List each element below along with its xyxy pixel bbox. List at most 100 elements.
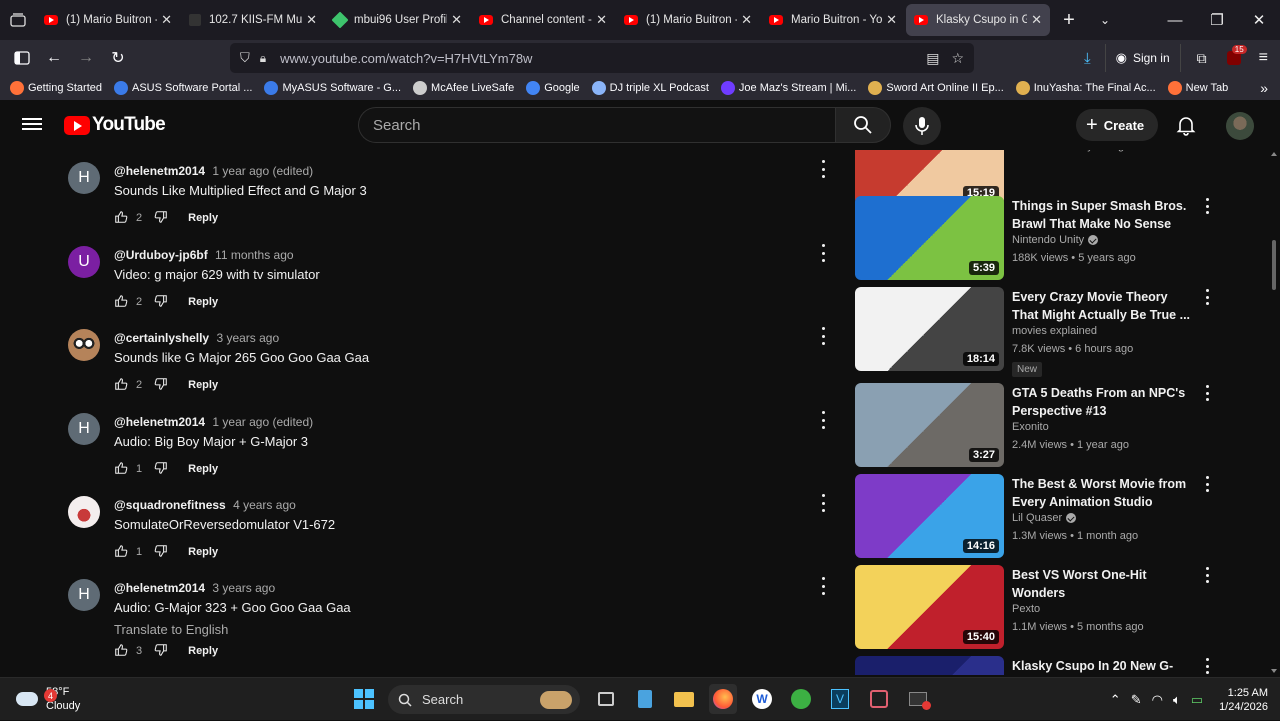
- pen-icon[interactable]: ✎: [1131, 692, 1142, 708]
- back-button[interactable]: ←: [38, 42, 70, 74]
- video-title[interactable]: Best VS Worst One-Hit Wonders: [1012, 566, 1192, 602]
- dislike-icon[interactable]: [154, 461, 170, 477]
- video-thumbnail[interactable]: 5:39: [855, 196, 1004, 280]
- browser-tab[interactable]: Mario Buitron - You ✕: [761, 4, 905, 36]
- close-tab-icon[interactable]: ✕: [306, 12, 317, 28]
- like-icon[interactable]: [114, 377, 130, 393]
- bookmark-item[interactable]: Sword Art Online II Ep...: [868, 81, 1004, 95]
- comment-more-icon[interactable]: [816, 494, 830, 512]
- task-view-icon[interactable]: [592, 684, 620, 714]
- reply-button[interactable]: Reply: [188, 296, 218, 308]
- comment-time[interactable]: 1 year ago (edited): [212, 415, 313, 429]
- comment-more-icon[interactable]: [816, 327, 830, 345]
- list-all-tabs-icon[interactable]: ⌄: [1087, 4, 1123, 36]
- like-icon[interactable]: [114, 294, 130, 310]
- browser-tab[interactable]: Klasky Csupo in G-M ✕: [906, 4, 1050, 36]
- bookmarks-overflow-icon[interactable]: »: [1260, 80, 1268, 96]
- close-tab-icon[interactable]: ✕: [741, 12, 752, 28]
- video-thumbnail[interactable]: [855, 656, 1004, 675]
- bookmark-item[interactable]: Google: [526, 81, 580, 95]
- notifications-bell-icon[interactable]: [1174, 113, 1198, 137]
- reload-button[interactable]: ↻: [102, 42, 134, 74]
- comment-avatar[interactable]: U: [68, 246, 100, 278]
- recommended-video[interactable]: 18:14 Every Crazy Movie Theory That Migh…: [855, 287, 1255, 377]
- bookmark-item[interactable]: InuYasha: The Final Ac...: [1015, 81, 1156, 95]
- scrollbar-thumb[interactable]: [1272, 240, 1276, 290]
- video-channel[interactable]: Lil Quaser: [1012, 512, 1077, 524]
- dislike-icon[interactable]: [154, 294, 170, 310]
- video-title[interactable]: GTA 5 Deaths From an NPC's Perspective #…: [1012, 384, 1192, 420]
- tab-list-icon[interactable]: [0, 0, 36, 40]
- start-button[interactable]: [354, 689, 374, 709]
- comment-avatar[interactable]: H: [68, 579, 100, 611]
- reply-button[interactable]: Reply: [188, 463, 218, 475]
- close-tab-icon[interactable]: ✕: [161, 12, 172, 28]
- search-button[interactable]: [835, 107, 891, 143]
- dislike-icon[interactable]: [154, 377, 170, 393]
- recorder-app-icon[interactable]: [904, 684, 932, 714]
- bookmark-item[interactable]: New Tab: [1167, 81, 1228, 95]
- video-more-icon[interactable]: [1202, 567, 1212, 583]
- bookmark-item[interactable]: ASUS Software Portal ...: [114, 81, 252, 95]
- comment-more-icon[interactable]: [816, 411, 830, 429]
- recommended-video[interactable]: Klasky Csupo In 20 New G-: [855, 656, 1255, 675]
- tray-overflow-icon[interactable]: ⌃: [1110, 692, 1121, 708]
- close-tab-icon[interactable]: ✕: [1031, 12, 1042, 28]
- bookmark-star-icon[interactable]: ☆: [951, 50, 964, 67]
- url-bar[interactable]: ⛉ 🔒︎ www.youtube.com/watch?v=H7HVtLYm78w…: [230, 43, 974, 73]
- bookmark-item[interactable]: Joe Maz's Stream | Mi...: [720, 81, 856, 95]
- restore-button[interactable]: ❐: [1196, 0, 1238, 40]
- taskbar-search[interactable]: Search: [388, 685, 580, 714]
- ublock-extension-icon[interactable]: 15: [1226, 45, 1247, 65]
- system-clock[interactable]: 1:25 AM 1/24/2026: [1219, 686, 1268, 714]
- browser-tab[interactable]: 102.7 KIIS-FM Music ✕: [181, 4, 325, 36]
- dislike-icon[interactable]: [154, 210, 170, 226]
- comment-time[interactable]: 4 years ago: [233, 498, 296, 512]
- video-title[interactable]: The Best & Worst Movie from Every Animat…: [1012, 475, 1192, 511]
- video-channel[interactable]: Pexto: [1012, 603, 1040, 615]
- close-tab-icon[interactable]: ✕: [451, 12, 462, 28]
- video-more-icon[interactable]: [1202, 658, 1212, 674]
- video-channel[interactable]: Nintendo Unity: [1012, 234, 1099, 246]
- recommended-video[interactable]: 14:16 The Best & Worst Movie from Every …: [855, 474, 1255, 558]
- lock-icon[interactable]: 🔒︎: [260, 51, 266, 66]
- firefox-icon[interactable]: [709, 684, 737, 714]
- comment-time[interactable]: 1 year ago (edited): [212, 164, 313, 178]
- v-app-icon[interactable]: V: [826, 684, 854, 714]
- search-box[interactable]: [358, 107, 835, 143]
- like-icon[interactable]: [114, 461, 130, 477]
- volume-icon[interactable]: 🔈︎: [1173, 692, 1181, 708]
- comment-time[interactable]: 3 years ago: [212, 581, 275, 595]
- video-thumbnail[interactable]: 18:14: [855, 287, 1004, 371]
- dislike-icon[interactable]: [154, 544, 170, 560]
- bookmark-item[interactable]: McAfee LiveSafe: [413, 81, 514, 95]
- comment-avatar[interactable]: H: [68, 413, 100, 445]
- grid-app-icon[interactable]: [865, 684, 893, 714]
- extensions-icon[interactable]: ⧉: [1197, 50, 1207, 67]
- video-title[interactable]: Every Crazy Movie Theory That Might Actu…: [1012, 288, 1192, 324]
- browser-tab[interactable]: (1) Mario Buitron - Y ✕: [36, 4, 180, 36]
- comment-author[interactable]: @squadronefitness: [114, 498, 226, 512]
- recommended-video[interactable]: 15:40 Best VS Worst One-Hit Wonders Pext…: [855, 565, 1255, 649]
- browser-tab[interactable]: mbui96 User Profile ✕: [326, 4, 470, 36]
- youtube-logo[interactable]: YouTube: [64, 114, 166, 136]
- comment-time[interactable]: 3 years ago: [216, 331, 279, 345]
- close-tab-icon[interactable]: ✕: [886, 12, 897, 28]
- browser-tab[interactable]: Channel content - Y ✕: [471, 4, 615, 36]
- recommended-video[interactable]: 3:27 GTA 5 Deaths From an NPC's Perspect…: [855, 383, 1255, 467]
- video-thumbnail[interactable]: 15:40: [855, 565, 1004, 649]
- wondershare-icon[interactable]: W: [748, 684, 776, 714]
- comment-more-icon[interactable]: [816, 244, 830, 262]
- video-channel[interactable]: movies explained: [1012, 325, 1097, 337]
- video-more-icon[interactable]: [1202, 476, 1212, 492]
- page-scrollbar[interactable]: [1268, 150, 1280, 675]
- shield-icon[interactable]: ⛉: [240, 50, 250, 66]
- search-input[interactable]: [373, 116, 835, 134]
- video-title[interactable]: Things in Super Smash Bros. Brawl That M…: [1012, 197, 1192, 233]
- bookmark-item[interactable]: MyASUS Software - G...: [264, 81, 401, 95]
- video-title[interactable]: Klasky Csupo In 20 New G-: [1012, 657, 1192, 675]
- new-tab-button[interactable]: +: [1051, 4, 1087, 36]
- translate-link[interactable]: Translate to English: [114, 622, 228, 637]
- browser-tab[interactable]: (1) Mario Buitron - Y ✕: [616, 4, 760, 36]
- app-menu-icon[interactable]: ≡: [1259, 49, 1268, 67]
